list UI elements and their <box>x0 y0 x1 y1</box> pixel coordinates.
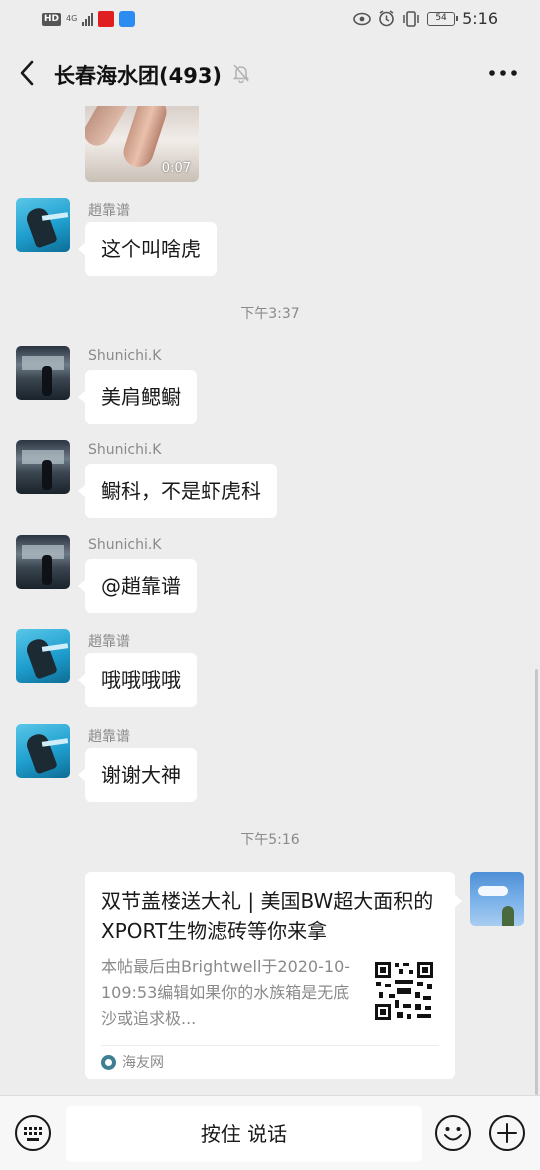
avatar[interactable] <box>16 346 70 400</box>
status-right: 54 5:16 <box>353 9 498 28</box>
news-app-icon <box>98 11 115 27</box>
source-logo-icon <box>101 1054 116 1070</box>
bell-off-icon <box>232 64 250 83</box>
chat-header: 长春海水团(493) <box>0 40 540 106</box>
network-type: 4G <box>66 14 78 23</box>
timestamp: 下午5:16 <box>240 832 300 848</box>
battery-icon: 54 <box>427 11 459 26</box>
hold-to-talk-button[interactable]: 按住 说话 <box>66 1106 422 1162</box>
sender-name: Shunichi.K <box>88 348 162 364</box>
timestamp: 下午3:37 <box>240 306 300 322</box>
message-bubble[interactable]: 鳚科，不是虾虎科 <box>78 464 277 518</box>
video-duration: 0:07 <box>161 161 191 176</box>
source-name: 海友网 <box>122 1055 164 1071</box>
avatar[interactable] <box>16 440 70 494</box>
message-bubble[interactable]: 美肩鳃鳚 <box>78 370 197 424</box>
avatar[interactable] <box>16 724 70 778</box>
emoji-icon[interactable] <box>434 1114 472 1152</box>
link-card-title: 双节盖楼送大礼 | 美国BW超大面积的XPORT生物滤砖等你来拿 <box>101 889 434 943</box>
plus-icon[interactable] <box>488 1114 526 1152</box>
status-bar: HD 4G 54 5:16 <box>0 0 540 40</box>
avatar[interactable] <box>16 198 70 252</box>
avatar[interactable] <box>16 535 70 589</box>
message-bubble[interactable]: 这个叫啥虎 <box>78 222 217 276</box>
keyboard-icon[interactable] <box>14 1114 52 1152</box>
sender-name: Shunichi.K <box>88 537 162 553</box>
sender-name: 趙靠谱 <box>88 634 130 650</box>
sender-name: 趙靠谱 <box>88 203 130 219</box>
video-message[interactable]: 0:07 <box>85 106 199 182</box>
chat-messages[interactable]: 0:07 趙靠谱 这个叫啥虎 下午3:37 Shunichi.K 美肩鳃鳚 Sh… <box>0 106 540 1095</box>
app-notification-icon <box>119 11 136 27</box>
signal-icon <box>82 12 94 26</box>
my-avatar[interactable] <box>470 872 524 926</box>
link-card-divider <box>101 1045 439 1046</box>
link-card-description: 本帖最后由Brightwell于2020-10-109:53编辑如果你的水族箱是… <box>101 957 351 1028</box>
link-card-source: 海友网 <box>101 1052 164 1072</box>
eye-icon <box>353 12 371 25</box>
scrollbar[interactable] <box>535 669 538 1095</box>
qr-code-icon <box>373 960 435 1022</box>
status-time: 5:16 <box>462 9 498 28</box>
sender-name: 趙靠谱 <box>88 729 130 745</box>
avatar[interactable] <box>16 629 70 683</box>
more-button[interactable] <box>488 68 518 78</box>
message-bubble[interactable]: 哦哦哦哦 <box>78 653 197 707</box>
alarm-icon <box>379 10 394 27</box>
chat-title: 长春海水团(493) <box>54 64 223 88</box>
input-bar: 按住 说话 <box>0 1095 540 1170</box>
status-left: HD 4G <box>42 11 136 27</box>
message-bubble[interactable]: @趙靠谱 <box>78 559 197 613</box>
link-card[interactable]: 双节盖楼送大礼 | 美国BW超大面积的XPORT生物滤砖等你来拿 本帖最后由Br… <box>85 872 462 1079</box>
vibrate-icon <box>403 10 419 27</box>
hd-badge: HD <box>42 12 62 26</box>
sender-name: Shunichi.K <box>88 442 162 458</box>
message-bubble[interactable]: 谢谢大神 <box>78 748 197 802</box>
back-button[interactable] <box>12 56 44 90</box>
